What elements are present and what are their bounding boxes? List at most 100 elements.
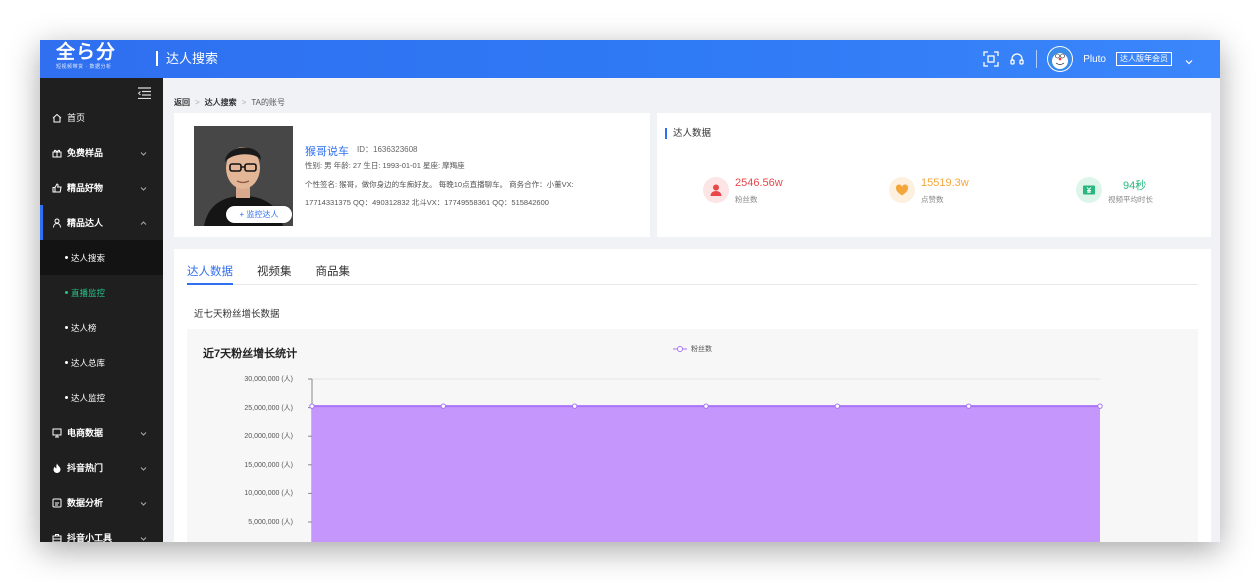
sidebar-item-douyin-tools[interactable]: 抖音小工具 [40,520,163,542]
stats-title: 达人数据 [665,128,711,139]
logo-text: 全ら分 [56,42,117,63]
sidebar-item-douyin-trending[interactable]: 抖音热门 [40,450,163,485]
chart-title: 近7天粉丝增长统计 [203,348,298,360]
money-icon [1076,177,1102,203]
sidebar: 首页 免费样品 精品好物 精品达人 达人搜索 直播监控 达人榜 达人总库 达人监… [40,78,163,542]
y-tick-label: 5,000,000 (人) [248,519,293,526]
sidebar-menu: 首页 免费样品 精品好物 精品达人 达人搜索 直播监控 达人榜 达人总库 达人监… [40,100,163,542]
avg-duration-label: 视频平均时长 [1108,195,1153,204]
headset-icon[interactable] [1008,50,1026,68]
sidebar-subitem-label: 达人榜 [71,322,97,333]
breadcrumb-separator: > [241,98,247,107]
breadcrumb-back[interactable]: 返回 [174,97,190,108]
bullet-icon [65,361,68,364]
fans-growth-chart: 近7天粉丝增长统计 粉丝数 30,000,000 (人) 25,000,000 (… [187,329,1198,542]
sidebar-subitem-influencer-library[interactable]: 达人总库 [40,345,163,380]
chevron-down-icon [140,429,147,436]
sidebar-subitem-live-monitor[interactable]: 直播监控 [40,275,163,310]
data-point[interactable] [309,403,315,409]
person-icon [52,218,62,228]
heart-icon [889,177,915,203]
member-badge: 达人版年会员 [1116,52,1172,66]
fire-icon [52,463,62,473]
influencer-stats-card: 达人数据 2546.56w 粉丝数 15519.3w 点赞数 94秒 视频平均时… [657,113,1211,237]
username[interactable]: Pluto [1083,54,1106,65]
sidebar-item-label: 精品好物 [67,183,104,193]
fans-count: 2546.56w [735,177,783,189]
sidebar-subitem-label: 直播监控 [71,287,106,298]
legend-label: 粉丝数 [691,346,712,353]
y-tick-label: 10,000,000 (人) [244,490,293,498]
top-header: 全ら分 短视频带货 · 数据分析 达人搜索 Pluto 达人版年会员 [40,40,1220,78]
fans-icon [703,177,729,203]
data-point[interactable] [703,403,709,409]
sidebar-subitem-influencer-ranking[interactable]: 达人榜 [40,310,163,345]
sidebar-item-quality-influencers[interactable]: 精品达人 [40,205,163,240]
sidebar-subitem-influencer-search[interactable]: 达人搜索 [40,240,163,275]
sidebar-item-label: 数据分析 [67,498,104,508]
avatar[interactable] [1047,46,1074,72]
sidebar-item-label: 抖音热门 [67,463,104,473]
data-panel: 达人数据 视频集 商品集 近七天粉丝增长数据 近7天粉丝增长统计 粉丝数 30,… [174,249,1211,542]
scan-icon[interactable] [982,50,1000,68]
profile-photo: + 监控达人 [194,126,293,226]
tab-bar: 达人数据 视频集 商品集 [187,263,1198,285]
chevron-down-icon [140,464,147,471]
sidebar-item-quality-goods[interactable]: 精品好物 [40,170,163,205]
page-title: 达人搜索 [156,51,218,66]
chevron-down-icon [140,534,147,541]
breadcrumb-current: TA的账号 [251,98,285,107]
tab-influencer-data[interactable]: 达人数据 [187,263,233,285]
gift-icon [52,148,62,158]
fans-label: 粉丝数 [735,195,758,204]
influencer-contact: 17714331375 QQ：490312832 北斗VX：1774955836… [305,198,549,207]
influencer-id: ID：1636323608 [357,145,418,154]
bullet-icon [65,326,68,329]
chevron-down-icon [140,499,147,506]
section-title: 近七天粉丝增长数据 [194,309,280,320]
sidebar-subitem-label: 达人监控 [71,392,106,403]
y-tick-label: 30,000,000 (人) [244,376,293,383]
logo[interactable]: 全ら分 短视频带货 · 数据分析 [56,42,126,76]
chevron-down-icon[interactable] [1184,54,1194,65]
likes-label: 点赞数 [921,195,944,204]
data-point[interactable] [965,403,972,409]
influencer-signature: 个性签名: 猴哥，做你身边的车痴好友。 每晚10点直播聊车。 商务合作：小董VX… [305,180,574,189]
legend-marker-icon [673,346,687,352]
sidebar-item-label: 电商数据 [67,428,104,438]
chevron-down-icon [140,149,147,156]
influencer-basic-info: 性别: 男 年龄: 27 生日: 1993-01-01 星座: 摩羯座 [305,161,465,170]
influencer-name[interactable]: 猴哥说车 [305,143,349,159]
sidebar-item-home[interactable]: 首页 [40,100,163,135]
tab-products[interactable]: 商品集 [316,263,351,285]
chart-legend[interactable]: 粉丝数 [673,344,712,354]
app-window: 全ら分 短视频带货 · 数据分析 达人搜索 Pluto 达人版年会员 首页 免费… [40,40,1220,542]
sidebar-item-label: 精品达人 [67,218,104,228]
breadcrumb: 返回 > 达人搜索 > TA的账号 [174,97,285,108]
header-divider [1036,50,1038,68]
monitor-influencer-button[interactable]: + 监控达人 [226,206,292,223]
likes-count: 15519.3w [921,177,969,189]
sidebar-item-ecommerce-data[interactable]: 电商数据 [40,415,163,450]
tab-videos[interactable]: 视频集 [257,263,292,285]
breadcrumb-separator: > [195,98,200,107]
data-point[interactable] [571,403,578,409]
series-area [312,406,1100,542]
sidebar-item-free-samples[interactable]: 免费样品 [40,135,163,170]
breadcrumb-influencer-search[interactable]: 达人搜索 [205,97,237,108]
data-point[interactable] [834,403,841,409]
chevron-up-icon [140,219,147,226]
sidebar-item-data-analysis[interactable]: 数据分析 [40,485,163,520]
sidebar-subitem-label: 达人总库 [71,357,106,368]
data-point[interactable] [440,403,447,409]
logo-subtitle: 短视频带货 · 数据分析 [56,64,112,70]
sidebar-subitem-influencer-monitor[interactable]: 达人监控 [40,380,163,415]
y-tick-label: 20,000,000 (人) [244,433,293,441]
sidebar-subitem-label: 达人搜索 [71,252,106,263]
monitor-icon [52,428,62,438]
analysis-icon [52,498,62,508]
data-point[interactable] [1097,403,1103,409]
y-tick-label: 25,000,000 (人) [244,404,293,412]
chevron-down-icon [140,184,147,191]
menu-toggle-icon[interactable] [137,86,151,100]
